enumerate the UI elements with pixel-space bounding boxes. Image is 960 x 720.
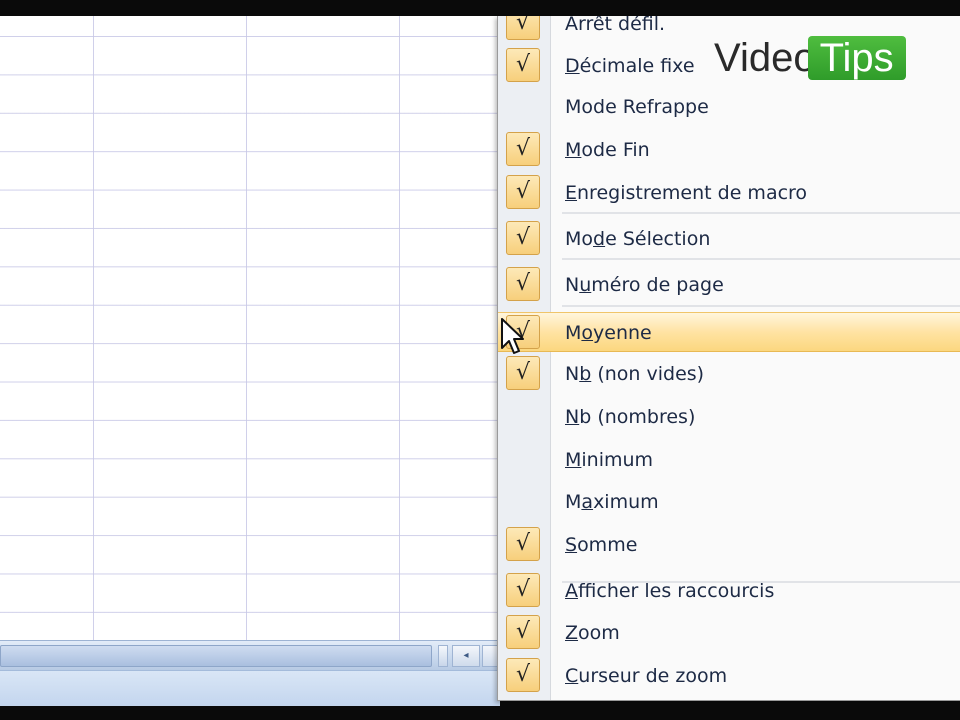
menu-item-afficher-les-raccourcis[interactable]: √ Afficher les raccourcis bbox=[498, 571, 960, 611]
menu-item-minimum[interactable]: Minimum bbox=[498, 440, 960, 480]
horizontal-scrollbar[interactable]: ◂ bbox=[0, 640, 502, 671]
checkmark-icon: √ bbox=[506, 527, 540, 561]
menu-item-label: Enregistrement de macro bbox=[565, 182, 808, 204]
checkmark-icon: √ bbox=[506, 658, 540, 692]
menu-item-nb-nombres[interactable]: Nb (nombres) bbox=[498, 397, 960, 437]
top-black-band bbox=[0, 0, 960, 16]
menu-item-label: Numéro de page bbox=[565, 274, 724, 296]
checkmark-icon: √ bbox=[506, 356, 540, 390]
checkmark-icon: √ bbox=[506, 267, 540, 301]
menu-item-label: Afficher les raccourcis bbox=[565, 580, 775, 602]
menu-item-label: Mode Refrappe bbox=[565, 96, 709, 118]
mouse-pointer-icon bbox=[501, 318, 524, 354]
menu-item-label: Curseur de zoom bbox=[565, 665, 728, 687]
menu-item-label: Décimale fixe bbox=[565, 55, 695, 77]
menu-separator bbox=[562, 212, 960, 214]
watermark-tips-text: Tips bbox=[807, 36, 906, 80]
menu-item-label: Minimum bbox=[565, 449, 654, 471]
menu-item-mode-refrappe[interactable]: Mode Refrappe bbox=[498, 87, 960, 127]
menu-item-label: Somme bbox=[565, 534, 638, 556]
scroll-left-arrow-icon[interactable]: ◂ bbox=[452, 645, 480, 667]
menu-item-num-ro-de-page[interactable]: √ Numéro de page bbox=[498, 265, 960, 305]
menu-item-somme[interactable]: √ Somme bbox=[498, 525, 960, 565]
menu-item-label: Mode Sélection bbox=[565, 228, 711, 250]
checkmark-icon: √ bbox=[506, 175, 540, 209]
checkmark-icon: √ bbox=[506, 48, 540, 82]
menu-item-enregistrement-de-macro[interactable]: √ Enregistrement de macro bbox=[498, 173, 960, 213]
menu-item-label: Moyenne bbox=[565, 322, 652, 344]
videotips-watermark: Video Tips bbox=[714, 36, 906, 80]
watermark-video-text: Video bbox=[714, 36, 816, 80]
status-bar-context-menu: √ Arrêt défil. √ Décimale fixe Mode Refrappe… bbox=[497, 16, 960, 701]
checkmark-icon: √ bbox=[506, 573, 540, 607]
checkmark-icon: √ bbox=[506, 16, 540, 40]
menu-separator bbox=[562, 258, 960, 260]
bottom-black-band bbox=[0, 706, 960, 720]
menu-item-zoom[interactable]: √ Zoom bbox=[498, 613, 960, 653]
menu-item-curseur-de-zoom[interactable]: √ Curseur de zoom bbox=[498, 656, 960, 696]
spreadsheet-grid[interactable] bbox=[0, 16, 500, 640]
menu-item-label: Zoom bbox=[565, 622, 620, 644]
menu-separator bbox=[562, 581, 960, 583]
checkmark-icon: √ bbox=[506, 132, 540, 166]
menu-item-moyenne[interactable]: √ Moyenne bbox=[498, 312, 960, 352]
checkmark-icon: √ bbox=[506, 615, 540, 649]
status-bar[interactable] bbox=[0, 670, 500, 707]
menu-separator bbox=[562, 305, 960, 307]
menu-item-mode-fin[interactable]: √ Mode Fin bbox=[498, 130, 960, 170]
menu-item-label: Arrêt défil. bbox=[565, 16, 666, 35]
scrollbar-thumb[interactable] bbox=[0, 645, 432, 667]
checkmark-icon: √ bbox=[506, 221, 540, 255]
menu-item-label: Mode Fin bbox=[565, 139, 650, 161]
menu-item-mode-s-lection[interactable]: √ Mode Sélection bbox=[498, 219, 960, 259]
menu-item-maximum[interactable]: Maximum bbox=[498, 482, 960, 522]
menu-item-label: Nb (nombres) bbox=[565, 406, 696, 428]
sheet-tab-splitter[interactable] bbox=[438, 645, 448, 667]
menu-item-label: Nb (non vides) bbox=[565, 363, 705, 385]
menu-item-label: Maximum bbox=[565, 491, 659, 513]
menu-item-nb-non-vides[interactable]: √ Nb (non vides) bbox=[498, 354, 960, 394]
